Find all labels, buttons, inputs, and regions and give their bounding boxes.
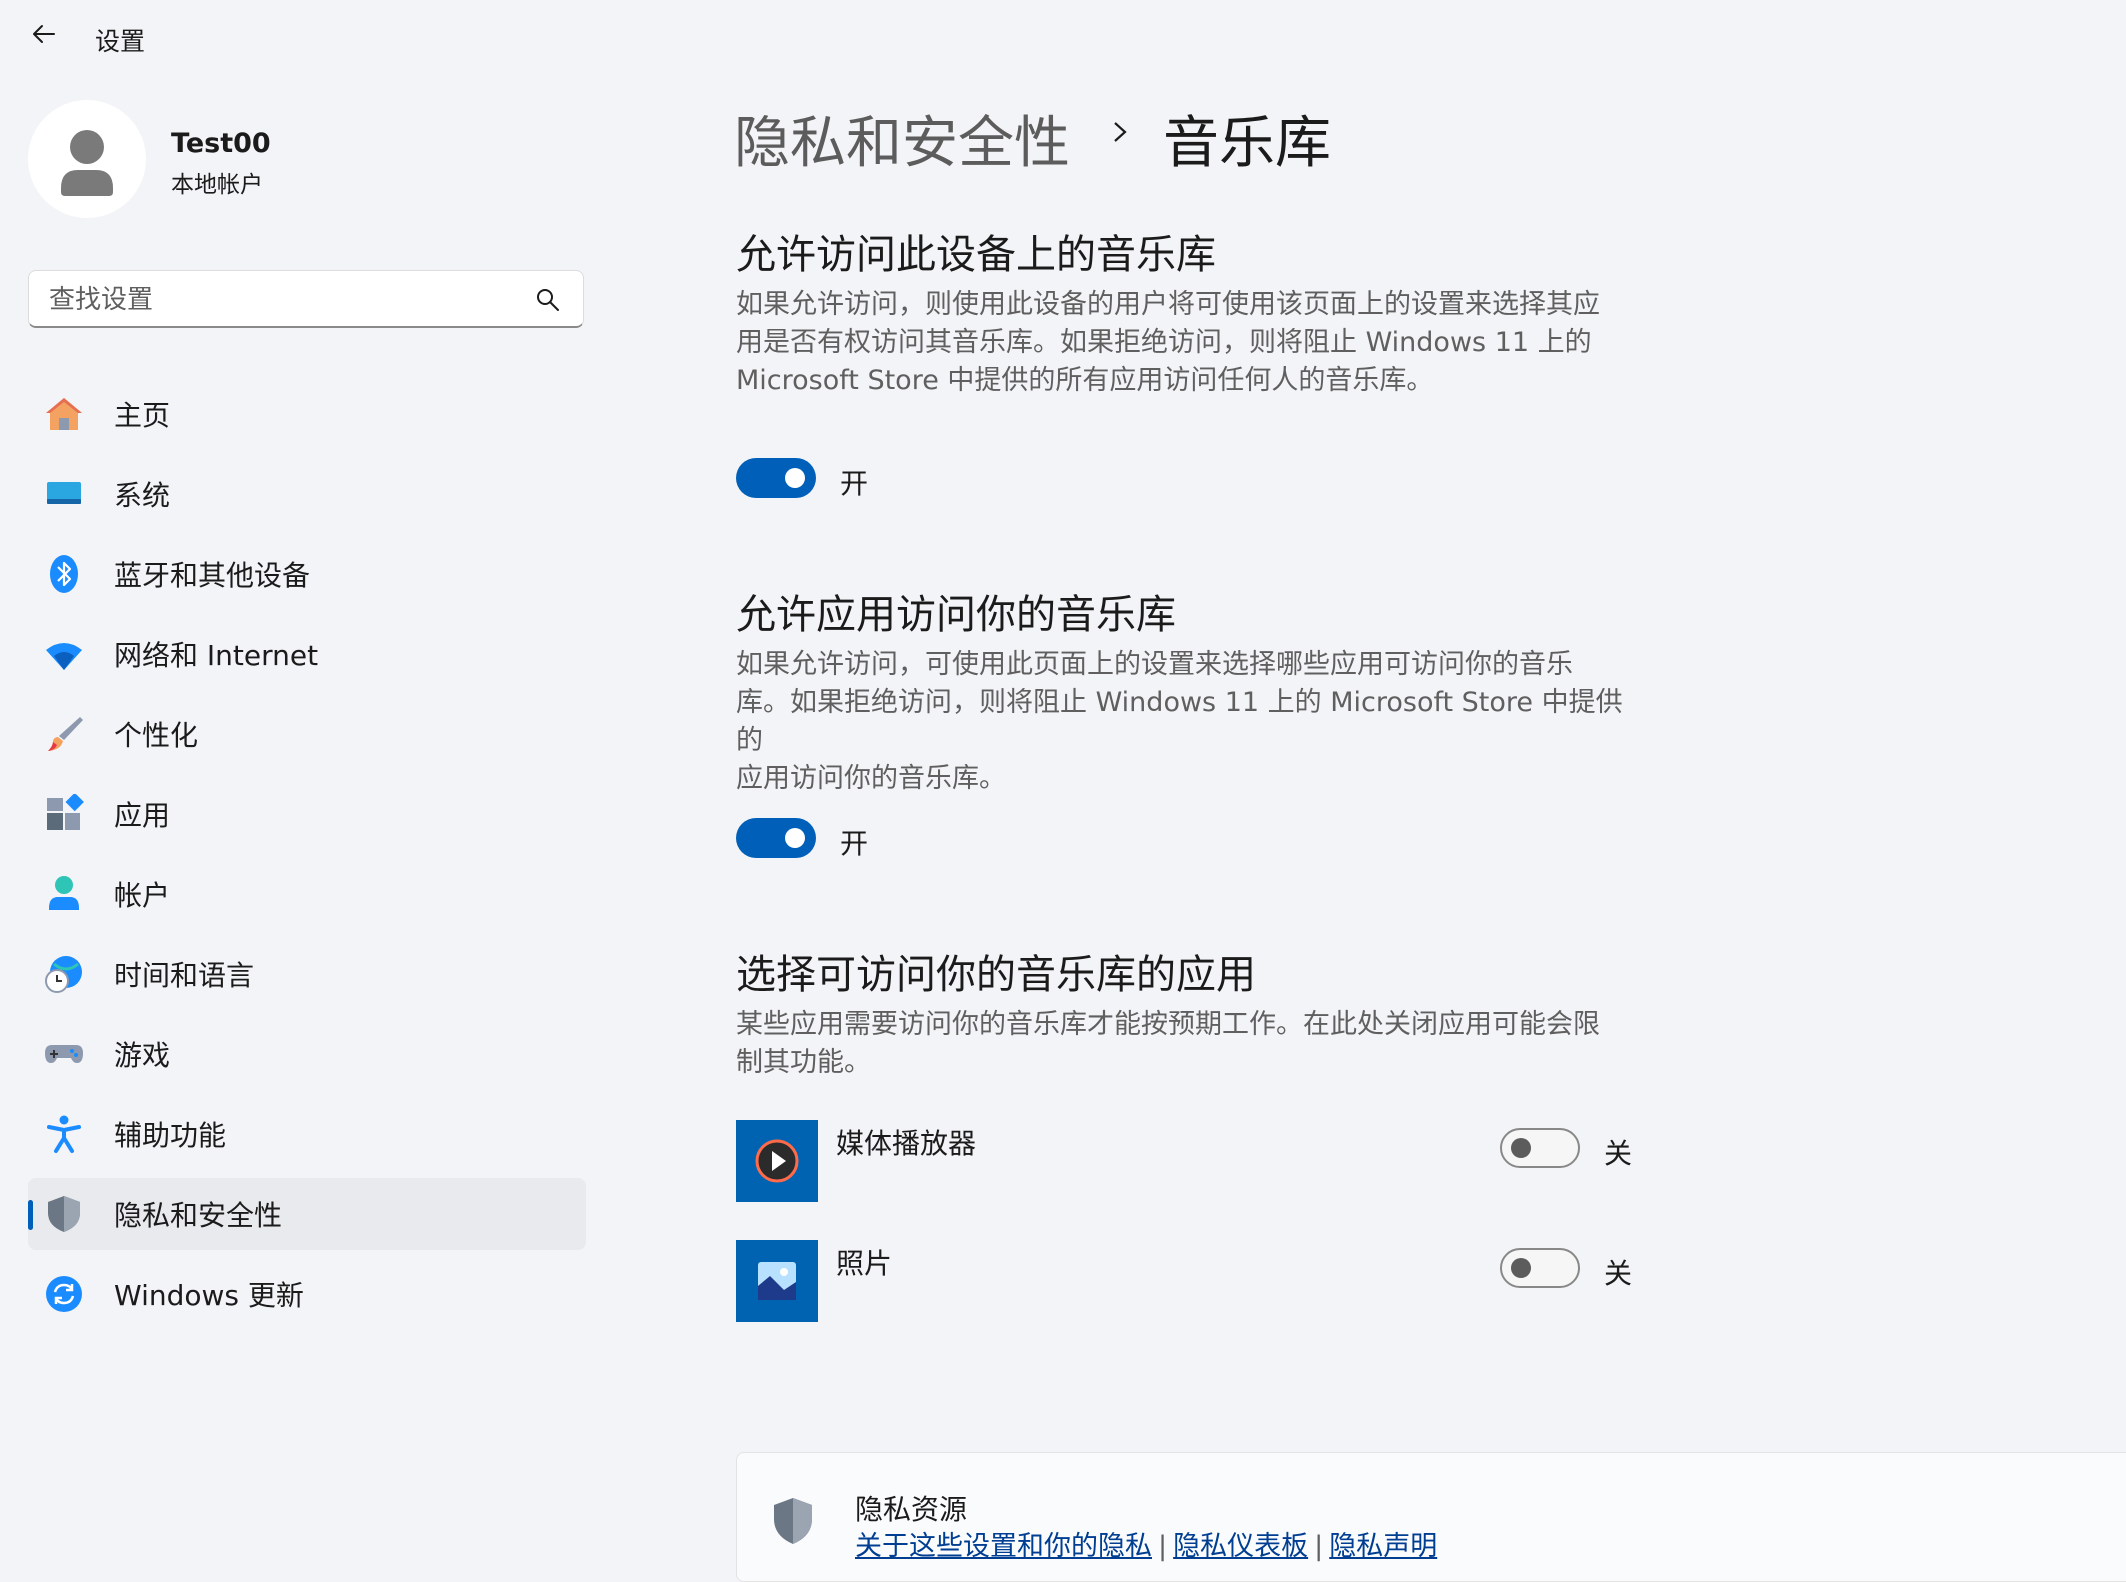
link-separator: | xyxy=(1158,1531,1168,1562)
time-language-icon xyxy=(45,956,82,993)
shield-icon xyxy=(774,1498,812,1544)
section-title-device-access: 允许访问此设备上的音乐库 xyxy=(736,232,1216,278)
media-player-icon xyxy=(755,1139,799,1183)
apps-icon xyxy=(47,794,84,830)
sidebar-item-windows-update[interactable]: Windows 更新 xyxy=(28,1258,586,1330)
search-input[interactable] xyxy=(47,271,531,329)
sidebar-item-network[interactable]: 网络和 Internet xyxy=(28,618,586,690)
sidebar-item-label: 时间和语言 xyxy=(114,959,255,992)
search-icon[interactable] xyxy=(535,287,561,313)
link-privacy-statement[interactable]: 隐私声明 xyxy=(1329,1531,1437,1562)
sidebar-item-label: Windows 更新 xyxy=(114,1279,304,1312)
sidebar-item-system[interactable]: 系统 xyxy=(28,458,586,530)
sidebar-item-label: 应用 xyxy=(114,799,171,832)
media-player-toggle[interactable] xyxy=(1500,1128,1580,1168)
sidebar-item-label: 辅助功能 xyxy=(114,1119,227,1152)
accessibility-icon xyxy=(47,1115,81,1153)
sidebar-item-label: 帐户 xyxy=(114,879,171,912)
link-privacy-dashboard[interactable]: 隐私仪表板 xyxy=(1173,1531,1308,1562)
account-icon xyxy=(49,876,79,910)
section-title-app-access: 允许应用访问你的音乐库 xyxy=(736,592,1176,638)
photos-toggle-label: 关 xyxy=(1604,1257,1633,1290)
media-player-app-icon xyxy=(736,1120,818,1202)
sidebar-item-accessibility[interactable]: 辅助功能 xyxy=(28,1098,586,1170)
sidebar-item-accounts[interactable]: 帐户 xyxy=(28,858,586,930)
shield-icon xyxy=(48,1196,80,1232)
app-name-photos: 照片 xyxy=(836,1247,893,1280)
media-player-toggle-label: 关 xyxy=(1604,1137,1633,1170)
photos-toggle[interactable] xyxy=(1500,1248,1580,1288)
app-name-media-player: 媒体播放器 xyxy=(836,1127,977,1160)
gamepad-icon xyxy=(45,1045,83,1063)
app-title: 设置 xyxy=(95,27,146,56)
link-separator: | xyxy=(1314,1531,1324,1562)
brush-icon xyxy=(48,717,83,751)
sidebar-item-label: 系统 xyxy=(114,479,171,512)
device-access-toggle-label: 开 xyxy=(840,467,869,500)
page-title: 音乐库 xyxy=(1163,111,1331,176)
active-indicator xyxy=(28,1200,33,1230)
user-name: Test00 xyxy=(171,128,271,159)
chevron-right-icon xyxy=(1114,122,1127,142)
wifi-icon xyxy=(46,643,82,670)
search-box[interactable] xyxy=(28,270,584,329)
sidebar-item-home[interactable]: 主页 xyxy=(28,378,586,450)
update-icon xyxy=(46,1276,82,1312)
section-title-choose-apps: 选择可访问你的音乐库的应用 xyxy=(736,952,1256,998)
section-desc-device-access: 如果允许访问，则使用此设备的用户将可使用该页面上的设置来选择其应 用是否有权访问… xyxy=(736,289,1600,396)
user-icon xyxy=(61,130,113,196)
sidebar-item-label: 个性化 xyxy=(114,719,199,752)
section-desc-app-access: 如果允许访问，可使用此页面上的设置来选择哪些应用可访问你的音乐 库。如果拒绝访问… xyxy=(736,649,1623,794)
sidebar-item-time-language[interactable]: 时间和语言 xyxy=(28,938,586,1010)
app-access-toggle[interactable] xyxy=(736,818,816,858)
system-icon xyxy=(47,482,81,504)
app-access-toggle-label: 开 xyxy=(840,827,869,860)
sidebar-item-label: 蓝牙和其他设备 xyxy=(114,559,311,592)
privacy-resources-links: 关于这些设置和你的隐私 | 隐私仪表板 | 隐私声明 xyxy=(855,1524,1437,1563)
toggle-knob xyxy=(1511,1138,1531,1158)
avatar[interactable] xyxy=(28,100,146,218)
sidebar-item-gaming[interactable]: 游戏 xyxy=(28,1018,586,1090)
sidebar-item-label: 游戏 xyxy=(114,1039,171,1072)
device-access-toggle[interactable] xyxy=(736,458,816,498)
sidebar-item-label: 主页 xyxy=(114,399,171,432)
sidebar-item-personalization[interactable]: 个性化 xyxy=(28,698,586,770)
photos-app-icon xyxy=(736,1240,818,1322)
photos-icon xyxy=(758,1262,796,1300)
privacy-resources-title: 隐私资源 xyxy=(855,1493,968,1526)
sidebar-item-label: 隐私和安全性 xyxy=(114,1199,283,1232)
bluetooth-icon xyxy=(50,555,78,593)
toggle-knob xyxy=(785,828,805,848)
breadcrumb-parent[interactable]: 隐私和安全性 xyxy=(734,98,1070,179)
section-desc-choose-apps: 某些应用需要访问你的音乐库才能按预期工作。在此处关闭应用可能会限 制其功能。 xyxy=(736,1009,1600,1078)
back-arrow-icon xyxy=(33,25,55,43)
sidebar-item-bluetooth[interactable]: 蓝牙和其他设备 xyxy=(28,538,586,610)
user-account-type: 本地帐户 xyxy=(171,172,263,198)
toggle-knob xyxy=(1511,1258,1531,1278)
sidebar-item-apps[interactable]: 应用 xyxy=(28,778,586,850)
sidebar-item-privacy-security[interactable]: 隐私和安全性 xyxy=(28,1178,586,1250)
link-about-settings-privacy[interactable]: 关于这些设置和你的隐私 xyxy=(855,1531,1152,1562)
toggle-knob xyxy=(785,468,805,488)
back-button[interactable] xyxy=(22,12,66,56)
sidebar-item-label: 网络和 Internet xyxy=(114,639,319,672)
home-icon xyxy=(46,398,82,430)
